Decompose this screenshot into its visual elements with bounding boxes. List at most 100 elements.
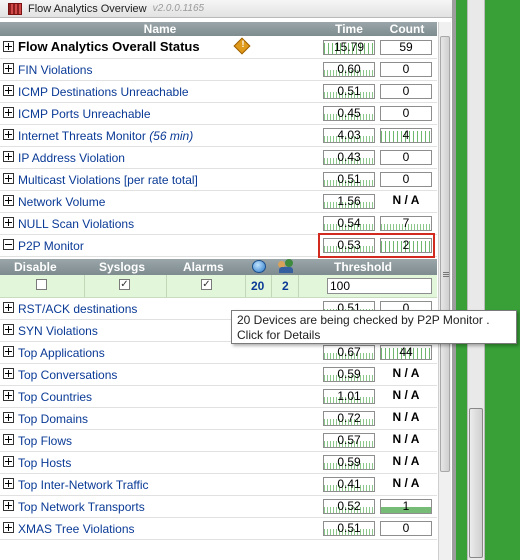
row-label[interactable]: ICMP Ports Unreachable xyxy=(18,107,151,121)
table-row[interactable]: XMAS Tree Violations 0.51 0 xyxy=(0,518,437,540)
collapse-icon[interactable] xyxy=(3,239,14,250)
table-row[interactable]: Multicast Violations [per rate total] 0.5… xyxy=(0,169,437,191)
time-cell[interactable]: 0.45 xyxy=(323,106,375,121)
expand-icon[interactable] xyxy=(3,107,14,118)
expand-icon[interactable] xyxy=(3,368,14,379)
table-row[interactable]: IP Address Violation 0.43 0 xyxy=(0,147,437,169)
time-cell[interactable]: 0.57 xyxy=(323,433,375,448)
count-cell[interactable]: 7 xyxy=(380,216,432,231)
row-label[interactable]: ICMP Destinations Unreachable xyxy=(18,85,189,99)
expand-icon[interactable] xyxy=(3,85,14,96)
time-cell[interactable]: 0.51 xyxy=(323,172,375,187)
row-label[interactable]: P2P Monitor xyxy=(18,239,84,253)
expand-icon[interactable] xyxy=(3,390,14,401)
table-row[interactable]: Top Applications 0.67 44 xyxy=(0,342,437,364)
count-cell[interactable]: N / A xyxy=(380,477,432,492)
expand-icon[interactable] xyxy=(3,346,14,357)
table-row[interactable]: ICMP Ports Unreachable 0.45 0 xyxy=(0,103,437,125)
vertical-scrollbar[interactable] xyxy=(438,22,451,560)
expand-icon[interactable] xyxy=(3,173,14,184)
time-cell[interactable]: 0.43 xyxy=(323,150,375,165)
row-label[interactable]: Internet Threats Monitor (56 min) xyxy=(18,129,193,143)
time-cell[interactable]: 0.54 xyxy=(323,216,375,231)
time-cell[interactable]: 0.59 xyxy=(323,367,375,382)
expand-icon[interactable] xyxy=(3,129,14,140)
table-row[interactable]: Top Hosts 0.59 N / A xyxy=(0,452,437,474)
count-cell[interactable]: N / A xyxy=(380,367,432,382)
time-cell[interactable]: 0.53 xyxy=(323,238,375,253)
row-label[interactable]: RST/ACK destinations xyxy=(18,302,137,316)
time-cell[interactable]: 4.03 xyxy=(323,128,375,143)
row-label[interactable]: XMAS Tree Violations xyxy=(18,522,135,536)
row-label[interactable]: Top Network Transports xyxy=(18,500,145,514)
row-label[interactable]: Top Inter-Network Traffic xyxy=(18,478,149,492)
count-cell[interactable]: 0 xyxy=(380,150,432,165)
expand-icon[interactable] xyxy=(3,151,14,162)
table-row[interactable]: NULL Scan Violations 0.54 7 xyxy=(0,213,437,235)
time-cell[interactable]: 0.51 xyxy=(323,84,375,99)
expand-icon[interactable] xyxy=(3,478,14,489)
column-header-count[interactable]: Count xyxy=(379,22,435,36)
expand-icon[interactable] xyxy=(3,434,14,445)
row-label[interactable]: NULL Scan Violations xyxy=(18,217,134,231)
devices-globe-icon[interactable] xyxy=(252,260,266,273)
scrollbar-thumb[interactable] xyxy=(440,36,450,472)
expand-icon[interactable] xyxy=(3,456,14,467)
warning-diamond-icon[interactable]: ! xyxy=(233,37,251,55)
count-cell[interactable]: N / A xyxy=(380,455,432,470)
count-cell[interactable]: 44 xyxy=(380,345,432,360)
table-row[interactable]: ICMP Destinations Unreachable 0.51 0 xyxy=(0,81,437,103)
expand-icon[interactable] xyxy=(3,195,14,206)
row-label[interactable]: Top Countries xyxy=(18,390,92,404)
row-label[interactable]: Top Applications xyxy=(18,346,105,360)
row-label[interactable]: Top Conversations xyxy=(18,368,117,382)
row-label[interactable]: SYN Violations xyxy=(18,324,98,338)
row-label[interactable]: IP Address Violation xyxy=(18,151,125,165)
row-label[interactable]: Top Hosts xyxy=(18,456,71,470)
column-header-time[interactable]: Time xyxy=(321,22,377,36)
time-cell[interactable]: 0.72 xyxy=(323,411,375,426)
row-label[interactable]: Flow Analytics Overall Status xyxy=(18,39,200,54)
right-scrollbar-thumb[interactable] xyxy=(469,408,483,558)
expand-icon[interactable] xyxy=(3,63,14,74)
expand-icon[interactable] xyxy=(3,324,14,335)
table-row[interactable]: Flow Analytics Overall Status! 15.79 59 xyxy=(0,37,437,59)
time-cell[interactable]: 1.56 xyxy=(323,194,375,209)
table-row[interactable]: Top Network Transports 0.52 1 xyxy=(0,496,437,518)
count-cell[interactable]: 0 xyxy=(380,106,432,121)
expand-icon[interactable] xyxy=(3,41,14,52)
table-row[interactable]: Internet Threats Monitor (56 min) 4.03 4 xyxy=(0,125,437,147)
count-cell[interactable]: 0 xyxy=(380,62,432,77)
count-cell[interactable]: 2 xyxy=(380,238,432,253)
users-icon[interactable] xyxy=(278,259,294,273)
count-cell[interactable]: 59 xyxy=(380,40,432,55)
expand-icon[interactable] xyxy=(3,500,14,511)
time-cell[interactable]: 0.60 xyxy=(323,62,375,77)
table-row[interactable]: Top Inter-Network Traffic 0.41 N / A xyxy=(0,474,437,496)
column-header-name[interactable]: Name xyxy=(0,22,320,36)
time-cell[interactable]: 0.59 xyxy=(323,455,375,470)
expand-icon[interactable] xyxy=(3,412,14,423)
table-row[interactable]: Top Countries 1.01 N / A xyxy=(0,386,437,408)
table-row[interactable]: Top Conversations 0.59 N / A xyxy=(0,364,437,386)
time-cell[interactable]: 0.52 xyxy=(323,499,375,514)
time-cell[interactable]: 1.01 xyxy=(323,389,375,404)
expand-icon[interactable] xyxy=(3,522,14,533)
time-cell[interactable]: 0.67 xyxy=(323,345,375,360)
count-cell[interactable]: 0 xyxy=(380,521,432,536)
row-label[interactable]: Network Volume xyxy=(18,195,105,209)
count-cell[interactable]: 1 xyxy=(380,499,432,514)
count-cell[interactable]: 0 xyxy=(380,84,432,99)
expand-icon[interactable] xyxy=(3,217,14,228)
time-cell[interactable]: 0.51 xyxy=(323,521,375,536)
expand-icon[interactable] xyxy=(3,302,14,313)
time-cell[interactable]: 0.41 xyxy=(323,477,375,492)
alarms-checkbox[interactable]: ✓ xyxy=(201,279,212,290)
count-cell[interactable]: N / A xyxy=(380,411,432,426)
syslogs-checkbox[interactable]: ✓ xyxy=(119,279,130,290)
table-row[interactable]: Top Domains 0.72 N / A xyxy=(0,408,437,430)
users-count-link[interactable]: 2 xyxy=(282,279,289,293)
row-label[interactable]: FIN Violations xyxy=(18,63,92,77)
row-label[interactable]: Multicast Violations [per rate total] xyxy=(18,173,198,187)
count-cell[interactable]: N / A xyxy=(380,194,432,209)
